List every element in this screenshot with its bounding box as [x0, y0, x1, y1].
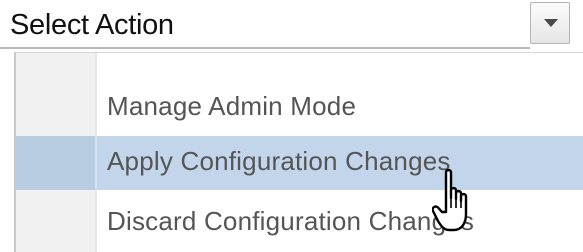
- menu-item-discard-configuration-changes[interactable]: Discard Configuration Changes: [97, 196, 583, 248]
- select-action-combobox[interactable]: Select Action: [0, 0, 583, 50]
- select-action-label: Select Action: [10, 9, 174, 41]
- menu-item-apply-configuration-changes[interactable]: Apply Configuration Changes: [97, 136, 583, 190]
- stage: Select Action Manage Admin Mode Apply Co…: [0, 0, 583, 252]
- hand-pointer-icon: [432, 168, 468, 232]
- hover-highlight-gutter: [16, 136, 95, 190]
- chevron-down-icon: [544, 19, 558, 27]
- menu-item-label: Discard Configuration Changes: [107, 206, 475, 236]
- menu-item-label: Apply Configuration Changes: [107, 146, 451, 176]
- dropdown-toggle-button[interactable]: [530, 2, 570, 44]
- select-underline: [0, 47, 530, 49]
- menu-item-label: Manage Admin Mode: [107, 91, 357, 121]
- action-dropdown-menu: Manage Admin Mode Apply Configuration Ch…: [14, 52, 583, 252]
- menu-item-manage-admin-mode[interactable]: Manage Admin Mode: [97, 81, 583, 133]
